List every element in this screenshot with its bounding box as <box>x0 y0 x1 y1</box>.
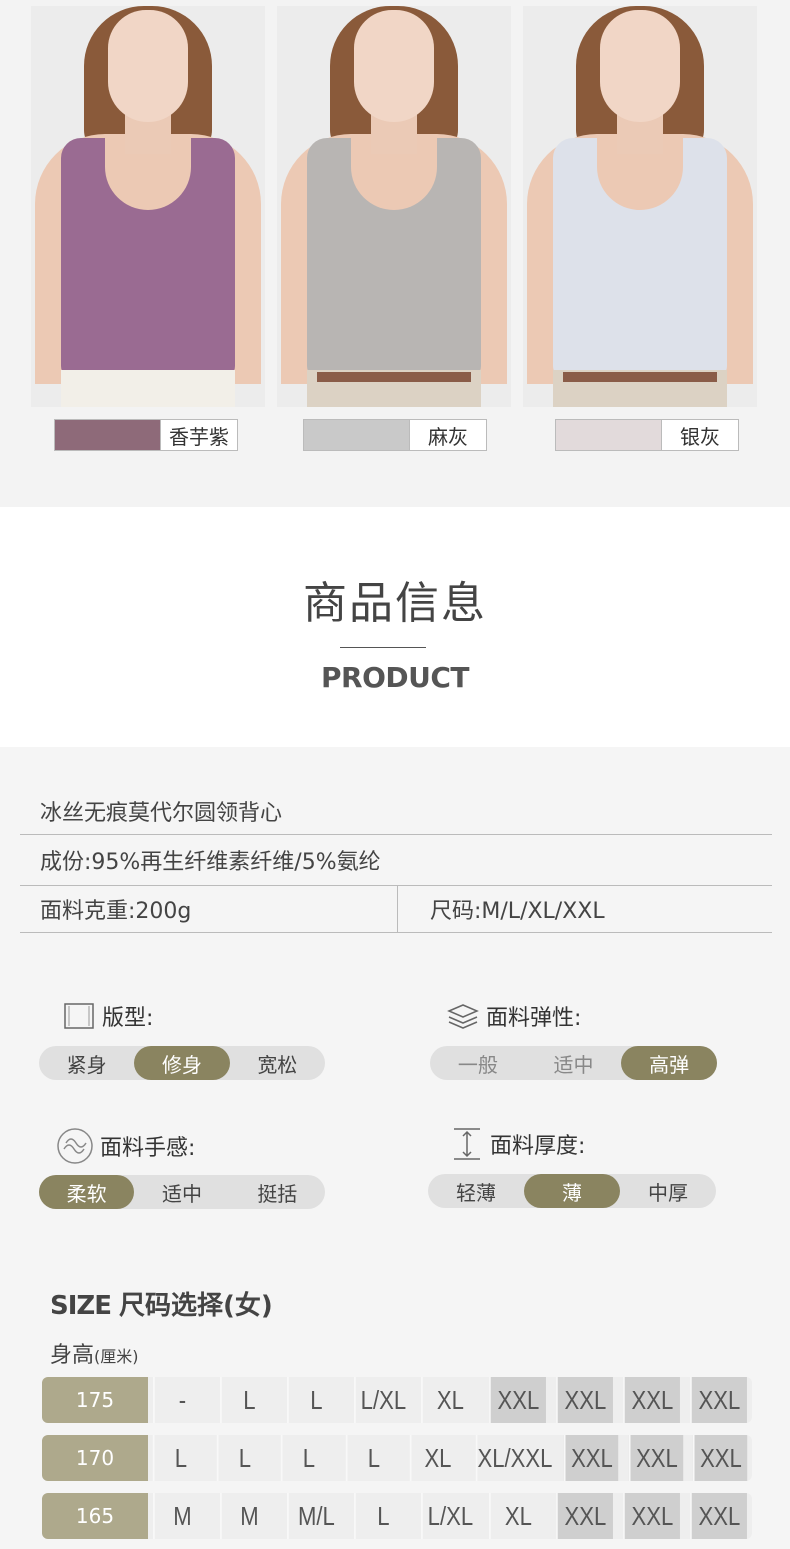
fabric-weight: 面料克重:200g <box>40 899 192 924</box>
product-name: 冰丝无痕莫代尔圆领背心 <box>40 800 283 826</box>
elasticity-option[interactable]: 一般 <box>430 1046 526 1080</box>
feel-option[interactable]: 柔软 <box>39 1175 135 1209</box>
size-cell: M <box>153 1493 210 1539</box>
size-cell: L <box>345 1435 401 1481</box>
attr-feel-heading: 面料手感: <box>56 1127 195 1165</box>
size-cell: L <box>287 1377 344 1423</box>
size-cell: XL/XXL <box>475 1435 553 1481</box>
fit-selector: 紧身 修身 宽松 <box>39 1046 325 1080</box>
composition: 成份:95%再生纤维素纤维/5%氨纶 <box>40 850 381 875</box>
size-cell: XXL <box>692 1435 748 1481</box>
product-photo-purple <box>31 6 265 407</box>
color-section: 香芋紫 麻灰 银灰 <box>0 0 790 507</box>
size-title-en: SIZE <box>50 1291 112 1321</box>
size-cell: XL <box>421 1377 478 1423</box>
size-cell: XXL <box>555 1493 613 1539</box>
color-chip <box>556 420 662 450</box>
size-cell: XXL <box>488 1377 546 1423</box>
size-cell: XXL <box>564 1435 619 1481</box>
size-cell: XXL <box>622 1377 680 1423</box>
section-header: 商品信息 PRODUCT <box>0 507 790 747</box>
attr-elasticity-heading: 面料弹性: <box>446 999 581 1033</box>
attr-label: 面料厚度: <box>490 1134 586 1159</box>
size-cell: L <box>354 1493 411 1539</box>
size-cell: XXL <box>555 1377 613 1423</box>
elasticity-option[interactable]: 适中 <box>526 1046 622 1080</box>
height-cell: 175 <box>42 1377 148 1423</box>
color-chip <box>304 420 410 450</box>
color-swatch-silver[interactable]: 银灰 <box>555 419 739 451</box>
size-cell: L <box>152 1435 208 1481</box>
size-title-cn: 尺码选择(女) <box>119 1291 273 1321</box>
size-cell: XXL <box>689 1493 747 1539</box>
thickness-option[interactable]: 中厚 <box>620 1174 716 1208</box>
height-text: 身高 <box>50 1343 95 1368</box>
height-unit: (厘米) <box>94 1347 139 1366</box>
info-row-name: 冰丝无痕莫代尔圆领背心 <box>20 787 772 835</box>
size-cell: L/XL <box>354 1377 411 1423</box>
section-title: 商品信息 <box>303 578 487 629</box>
height-cell: 165 <box>42 1493 148 1539</box>
feel-option[interactable]: 适中 <box>134 1175 229 1209</box>
size-cell: M <box>220 1493 277 1539</box>
size-cell: XXL <box>628 1435 683 1481</box>
layers-icon <box>446 999 480 1033</box>
height-cell: 170 <box>42 1435 148 1481</box>
color-swatch-gray[interactable]: 麻灰 <box>303 419 487 451</box>
attr-fit-heading: 版型: <box>62 999 153 1033</box>
thickness-selector: 轻薄薄中厚 <box>428 1174 716 1208</box>
color-name: 银灰 <box>680 424 720 449</box>
feel-option[interactable]: 挺括 <box>230 1175 325 1209</box>
size-cell: XXL <box>689 1377 747 1423</box>
size-list: 尺码:M/L/XL/XXL <box>430 899 605 924</box>
attr-label: 版型: <box>102 1006 154 1031</box>
attr-label: 面料手感: <box>100 1136 196 1161</box>
size-cell: XL <box>409 1435 465 1481</box>
color-name: 香芋紫 <box>169 424 229 449</box>
info-row-specs: 面料克重:200g 尺码:M/L/XL/XXL <box>20 886 772 933</box>
color-name: 麻灰 <box>428 424 468 449</box>
size-row: 175- L L L/XL XL XXL XXL XXL XXL <box>42 1377 752 1423</box>
texture-icon <box>56 1127 94 1165</box>
attr-thickness-heading: 面料厚度: <box>450 1127 585 1161</box>
fit-option[interactable]: 宽松 <box>230 1046 325 1080</box>
size-cell: L <box>217 1435 272 1481</box>
size-row: 165 M M M/L L L/XL XL XXL XXL XXL <box>42 1493 752 1539</box>
size-cell: M/L <box>287 1493 344 1539</box>
size-cell: L <box>281 1435 336 1481</box>
thickness-option[interactable]: 轻薄 <box>428 1174 524 1208</box>
product-photo-gray <box>277 6 511 407</box>
attr-label: 面料弹性: <box>486 1006 582 1031</box>
size-cell: - <box>153 1377 210 1423</box>
color-chip <box>55 420 161 450</box>
product-info: 冰丝无痕莫代尔圆领背心 成份:95%再生纤维素纤维/5%氨纶 面料克重:200g… <box>0 747 790 1549</box>
size-row: 170 L L L L XL XL/XXL XXL XXL XXL <box>42 1435 752 1481</box>
info-row-composition: 成份:95%再生纤维素纤维/5%氨纶 <box>20 835 772 886</box>
color-swatch-purple[interactable]: 香芋紫 <box>54 419 238 451</box>
size-cell: XL <box>488 1493 546 1539</box>
feel-selector: 柔软 适中 挺括 <box>39 1175 325 1209</box>
fit-option[interactable]: 修身 <box>134 1046 230 1080</box>
size-cell: XXL <box>622 1493 680 1539</box>
divider <box>397 886 398 932</box>
height-label: 身高 (厘米) <box>50 1337 139 1369</box>
size-chart-title: SIZE 尺码选择(女) <box>50 1285 273 1322</box>
divider <box>340 647 426 648</box>
thickness-icon <box>450 1127 484 1161</box>
elasticity-option[interactable]: 高弹 <box>621 1046 718 1080</box>
size-cell: L <box>220 1377 277 1423</box>
section-subtitle: PRODUCT <box>320 661 470 694</box>
product-photo-silver <box>523 6 757 407</box>
size-cell: L/XL <box>421 1493 478 1539</box>
elasticity-selector: 一般 适中 高弹 <box>430 1046 718 1080</box>
thickness-option[interactable]: 薄 <box>524 1174 620 1208</box>
shirt-icon <box>62 999 96 1033</box>
fit-option[interactable]: 紧身 <box>39 1046 134 1080</box>
